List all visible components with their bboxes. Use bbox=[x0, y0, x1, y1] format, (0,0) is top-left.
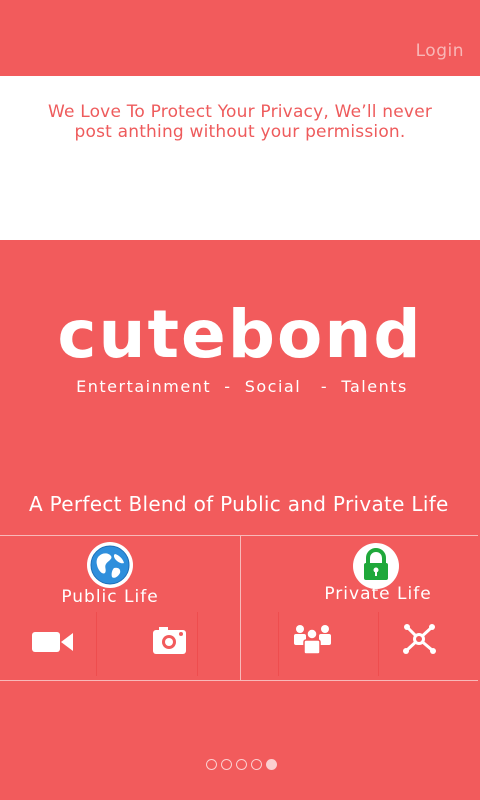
pager-dots bbox=[206, 759, 277, 773]
divider-feature-2 bbox=[197, 612, 198, 676]
divider-bottom bbox=[0, 680, 478, 681]
group-icon[interactable] bbox=[292, 623, 334, 659]
tagline: Entertainment - Social - Talents bbox=[76, 377, 408, 396]
pager-dot-active[interactable] bbox=[266, 759, 277, 770]
pager-dot[interactable] bbox=[236, 759, 247, 770]
divider-middle bbox=[240, 536, 241, 681]
privacy-message-line-2: post anthing without your permission. bbox=[74, 122, 406, 142]
network-icon[interactable] bbox=[399, 622, 439, 660]
divider-feature-3 bbox=[278, 612, 279, 676]
video-camera-icon[interactable] bbox=[31, 629, 75, 659]
privacy-banner: We Love To Protect Your Privacy, We’ll n… bbox=[0, 76, 480, 240]
divider-feature-4 bbox=[378, 612, 379, 676]
divider-top bbox=[0, 535, 478, 536]
divider-feature-1 bbox=[96, 612, 97, 676]
pager-dot[interactable] bbox=[206, 759, 217, 770]
top-bar: Login bbox=[0, 0, 480, 76]
globe-icon bbox=[87, 542, 133, 588]
lock-icon bbox=[353, 543, 399, 589]
login-link[interactable]: Login bbox=[416, 41, 464, 61]
brand-logo: cutebond bbox=[57, 296, 423, 373]
photo-camera-icon[interactable] bbox=[152, 625, 188, 659]
private-life-label[interactable]: Private Life bbox=[258, 584, 480, 604]
privacy-message-line-1: We Love To Protect Your Privacy, We’ll n… bbox=[47, 102, 433, 122]
public-life-label[interactable]: Public Life bbox=[0, 587, 230, 607]
pager-dot[interactable] bbox=[251, 759, 262, 770]
privacy-message: We Love To Protect Your Privacy, We’ll n… bbox=[0, 102, 480, 142]
pager-dot[interactable] bbox=[221, 759, 232, 770]
blend-subtitle: A Perfect Blend of Public and Private Li… bbox=[29, 492, 449, 516]
